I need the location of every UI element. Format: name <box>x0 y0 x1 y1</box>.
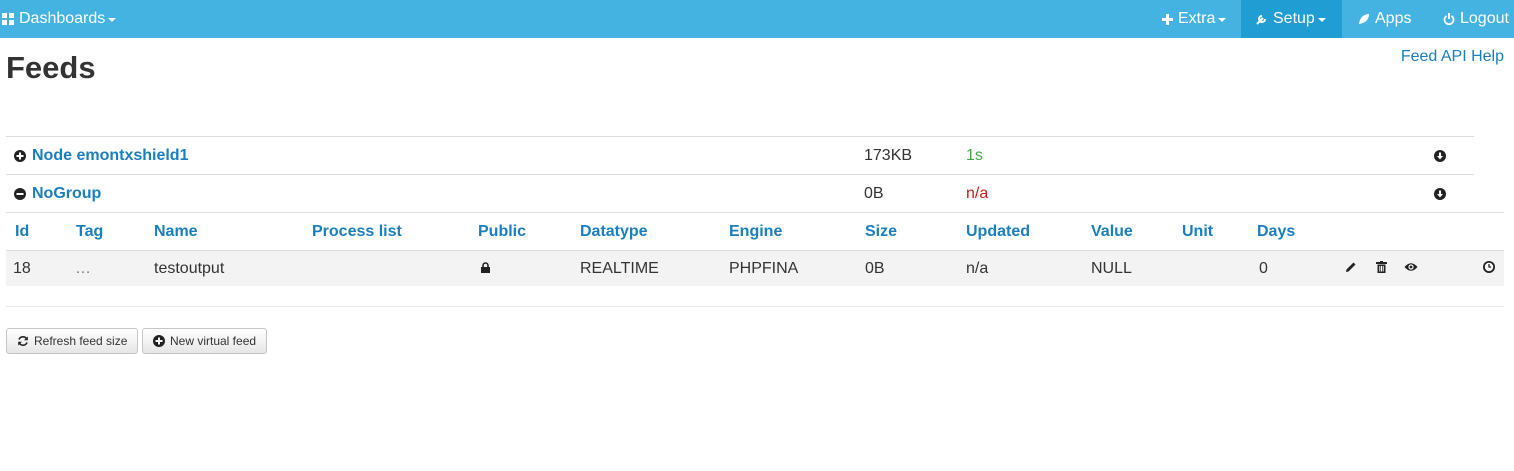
chevron-down-icon <box>1218 18 1227 22</box>
group-size: 173KB <box>864 146 913 164</box>
feed-datatype: REALTIME <box>580 260 659 277</box>
download-circle-icon[interactable] <box>1434 149 1446 162</box>
refresh-feed-size-button[interactable]: Refresh feed size <box>6 328 139 354</box>
chevron-down-icon <box>108 18 117 22</box>
new-virtual-feed-button[interactable]: New virtual feed <box>142 328 268 354</box>
feed-table-header: Id Tag Name Process list Public Datatype… <box>6 212 1504 250</box>
feed-tag: … <box>75 260 91 277</box>
apps-label: Apps <box>1375 10 1412 27</box>
apps-menu[interactable]: Apps <box>1358 0 1411 38</box>
pencil-icon[interactable] <box>1345 261 1357 273</box>
plus-circle-icon <box>153 335 165 347</box>
feed-api-help-link[interactable]: Feed API Help <box>1401 48 1504 66</box>
refresh-feed-size-label: Refresh feed size <box>34 334 128 348</box>
column-header-name[interactable]: Name <box>154 223 198 241</box>
plus-circle-icon <box>14 149 26 162</box>
column-header-engine[interactable]: Engine <box>729 223 782 241</box>
group-updated: n/a <box>966 184 989 202</box>
divider <box>6 306 1504 307</box>
group-toggle[interactable]: Node emontxshield1 <box>14 147 188 165</box>
feed-days: 0 <box>1259 260 1268 277</box>
clock-icon[interactable] <box>1483 261 1495 273</box>
column-header-datatype[interactable]: Datatype <box>580 223 648 241</box>
dashboards-label: Dashboards <box>19 10 106 27</box>
download-circle-icon[interactable] <box>1434 187 1446 200</box>
column-header-days[interactable]: Days <box>1257 223 1295 241</box>
setup-menu[interactable]: Setup <box>1241 0 1342 38</box>
feed-engine: PHPFINA <box>729 260 799 277</box>
new-virtual-feed-label: New virtual feed <box>170 334 257 348</box>
chevron-down-icon <box>1317 18 1326 22</box>
column-header-unit[interactable]: Unit <box>1182 223 1213 241</box>
extra-label: Extra <box>1178 10 1216 27</box>
page-title: Feeds <box>6 50 96 85</box>
top-navbar: Dashboards Extra Setup Apps Logout <box>0 0 1514 38</box>
leaf-icon <box>1358 13 1370 25</box>
group-row-nogroup[interactable]: NoGroup 0B n/a <box>6 174 1474 212</box>
group-toggle[interactable]: NoGroup <box>14 185 101 203</box>
group-name: NoGroup <box>32 184 102 202</box>
wrench-icon <box>1256 13 1268 25</box>
setup-label: Setup <box>1273 10 1315 27</box>
dashboards-menu[interactable]: Dashboards <box>2 0 117 38</box>
group-row-node[interactable]: Node emontxshield1 173KB 1s <box>6 136 1474 174</box>
lock-icon <box>480 262 491 273</box>
group-updated: 1s <box>966 146 983 164</box>
eye-icon[interactable] <box>1404 261 1418 273</box>
group-name: Node emontxshield1 <box>32 146 189 164</box>
column-header-process-list[interactable]: Process list <box>312 223 402 241</box>
table-row[interactable]: 18 … testoutput REALTIME PHPFINA 0B n/a … <box>6 250 1504 286</box>
logout-link[interactable]: Logout <box>1443 0 1509 38</box>
column-header-public[interactable]: Public <box>478 223 526 241</box>
plus-icon <box>1162 13 1173 25</box>
trash-icon[interactable] <box>1376 261 1387 273</box>
feed-value: NULL <box>1091 260 1132 277</box>
power-icon <box>1443 13 1455 25</box>
group-size: 0B <box>864 184 884 202</box>
column-header-size[interactable]: Size <box>865 223 897 241</box>
column-header-updated[interactable]: Updated <box>966 223 1030 241</box>
column-header-value[interactable]: Value <box>1091 223 1133 241</box>
feed-size: 0B <box>865 260 885 277</box>
extra-menu[interactable]: Extra <box>1162 0 1227 38</box>
feed-name: testoutput <box>154 260 225 277</box>
minus-circle-icon <box>14 187 26 200</box>
column-header-tag[interactable]: Tag <box>76 223 103 241</box>
feed-id: 18 <box>13 260 31 277</box>
grid-icon <box>2 13 14 25</box>
logout-label: Logout <box>1460 10 1509 27</box>
feed-updated: n/a <box>966 260 989 277</box>
column-header-id[interactable]: Id <box>15 223 29 241</box>
refresh-icon <box>17 335 29 347</box>
